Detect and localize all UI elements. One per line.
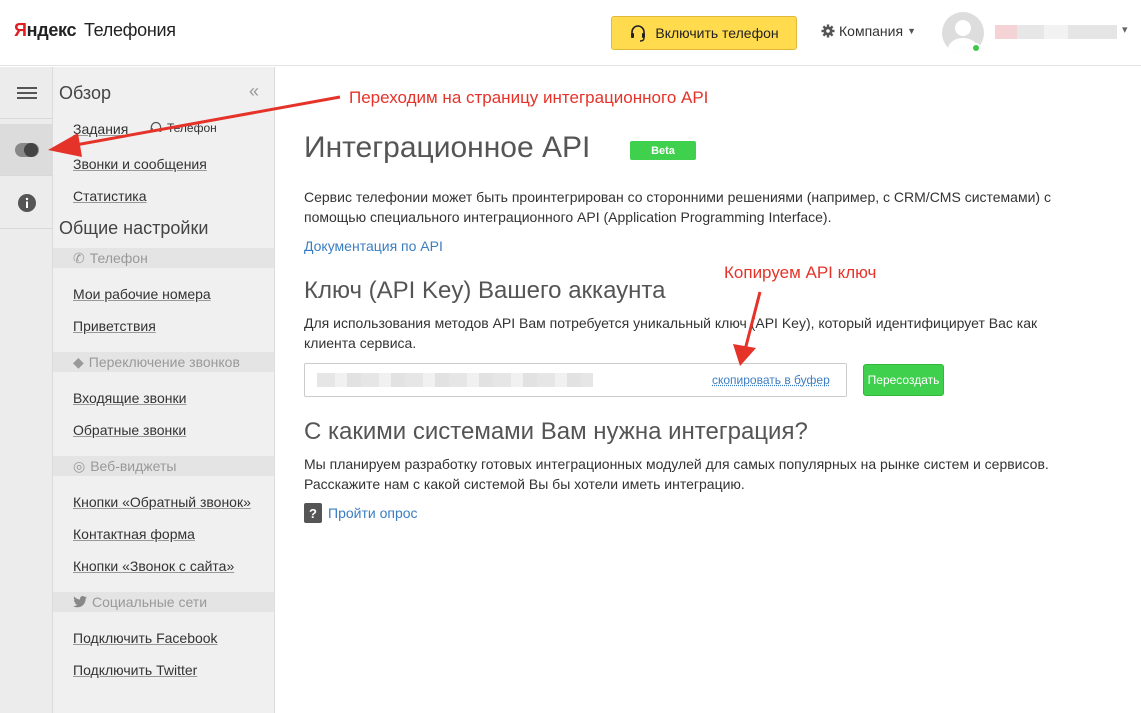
take-survey-link[interactable]: Пройти опрос xyxy=(328,505,418,521)
integration-desc-line-2: Расскажите нам с какой системой Вы бы хо… xyxy=(304,476,745,492)
group-widgets-label: Веб-виджеты xyxy=(90,458,177,474)
integration-description: Мы планируем разработку готовых интеграц… xyxy=(304,454,1114,494)
copy-to-clipboard-link[interactable]: скопировать в буфер xyxy=(712,373,830,387)
integration-heading: С какими системами Вам нужна интеграция? xyxy=(304,418,808,445)
logo-product: Телефония xyxy=(83,20,176,40)
twitter-bird-icon xyxy=(73,596,87,608)
survey[interactable]: ? Пройти опрос xyxy=(304,503,418,523)
headset-icon xyxy=(631,25,646,42)
sidebar-item-callbacks[interactable]: Обратные звонки xyxy=(73,422,186,438)
avatar-head-shape xyxy=(955,20,971,36)
gear-icon xyxy=(821,24,835,38)
general-settings-heading: Общие настройки xyxy=(59,218,209,238)
switch-diamond-icon: ◆ xyxy=(73,353,84,370)
annotation-go-to-api: Переходим на страницу интеграционного AP… xyxy=(349,88,709,107)
enable-phone-button[interactable]: Включить телефон xyxy=(611,16,797,50)
group-call-switching: ◆ Переключение звонков xyxy=(53,352,274,372)
sidebar-item-callback-buttons[interactable]: Кнопки «Обратный звонок» xyxy=(73,494,251,510)
company-label: Компания xyxy=(839,23,904,39)
rail-item-integrations[interactable] xyxy=(0,124,53,176)
phone-tag[interactable]: Телефон xyxy=(149,121,217,135)
online-status-dot xyxy=(971,43,981,53)
regenerate-key-button[interactable]: Пересоздать xyxy=(863,364,944,396)
phone-icon: ✆ xyxy=(73,249,85,266)
headset-icon xyxy=(150,122,162,132)
sidebar-item-incoming[interactable]: Входящие звонки xyxy=(73,390,186,406)
docs-link[interactable]: Документация по API xyxy=(304,238,443,254)
chevron-down-icon: ▼ xyxy=(907,26,916,36)
menu-toggle-button[interactable] xyxy=(0,67,53,119)
intro-line-2: помощью специального интеграционного API… xyxy=(304,209,832,225)
api-key-desc-line-1: Для использования методов API Вам потреб… xyxy=(304,315,1038,331)
question-mark-icon: ? xyxy=(304,503,322,523)
sidebar-item-connect-twitter[interactable]: Подключить Twitter xyxy=(73,662,197,678)
logo-brand-first: Я xyxy=(14,20,27,40)
user-menu-chevron-icon[interactable]: ▾ xyxy=(1122,23,1128,36)
group-phone: ✆ Телефон xyxy=(53,248,274,268)
group-switch-label: Переключение звонков xyxy=(88,354,240,370)
hamburger-icon xyxy=(16,86,37,99)
logo-brand-rest: ндекс xyxy=(26,20,77,40)
yandex-telephony-logo[interactable]: Яндекс Телефония xyxy=(14,20,176,41)
api-key-field[interactable]: скопировать в буфер xyxy=(304,363,847,397)
annotation-copy-key: Копируем API ключ xyxy=(724,263,877,282)
group-web-widgets: ◎ Веб-виджеты xyxy=(53,456,274,476)
info-icon xyxy=(17,193,36,212)
globe-icon: ◎ xyxy=(73,457,86,474)
enable-phone-label: Включить телефон xyxy=(655,25,779,41)
rail-item-info[interactable] xyxy=(0,177,53,229)
collapse-sidebar-icon[interactable]: « xyxy=(249,81,259,102)
api-key-value-redacted xyxy=(317,373,593,387)
sidebar-item-statistics[interactable]: Статистика xyxy=(73,188,147,204)
phone-tag-label: Телефон xyxy=(167,121,217,135)
sidebar-item-tasks[interactable]: Задания xyxy=(73,121,128,137)
top-header: Яндекс Телефония Включить телефон Компан… xyxy=(0,0,1141,66)
main-content: Интеграционное API Beta Сервис телефонии… xyxy=(276,67,1141,713)
sidebar-item-connect-facebook[interactable]: Подключить Facebook xyxy=(73,630,218,646)
intro-line-1: Сервис телефонии может быть проинтегриро… xyxy=(304,189,1051,205)
intro-text: Сервис телефонии может быть проинтегриро… xyxy=(304,187,1114,227)
sidebar-item-greetings[interactable]: Приветствия xyxy=(73,318,156,334)
api-key-description: Для использования методов API Вам потреб… xyxy=(304,313,1114,353)
toggle-switch-icon xyxy=(14,142,39,157)
integration-desc-line-1: Мы планируем разработку готовых интеграц… xyxy=(304,456,1049,472)
api-key-heading: Ключ (API Key) Вашего аккаунта xyxy=(304,277,666,304)
sidebar-title: Обзор xyxy=(59,83,111,103)
beta-badge: Beta xyxy=(630,141,696,160)
sidebar-item-contact-form[interactable]: Контактная форма xyxy=(73,526,195,542)
user-name-redacted[interactable] xyxy=(995,25,1117,39)
icon-rail xyxy=(0,67,53,713)
group-social-label: Социальные сети xyxy=(92,594,208,610)
sidebar-item-my-numbers[interactable]: Мои рабочие номера xyxy=(73,286,211,302)
api-key-desc-line-2: клиента сервиса. xyxy=(304,335,417,351)
page-title: Интеграционное API xyxy=(304,131,591,164)
sidebar-item-calls-messages[interactable]: Звонки и сообщения xyxy=(73,156,207,172)
sidebar: Обзор « Задания Телефон Звонки и сообщен… xyxy=(53,67,275,713)
company-menu[interactable]: Компания ▼ xyxy=(821,23,916,39)
sidebar-item-site-call-buttons[interactable]: Кнопки «Звонок с сайта» xyxy=(73,558,234,574)
group-phone-label: Телефон xyxy=(89,250,148,266)
group-social: Социальные сети xyxy=(53,592,274,612)
